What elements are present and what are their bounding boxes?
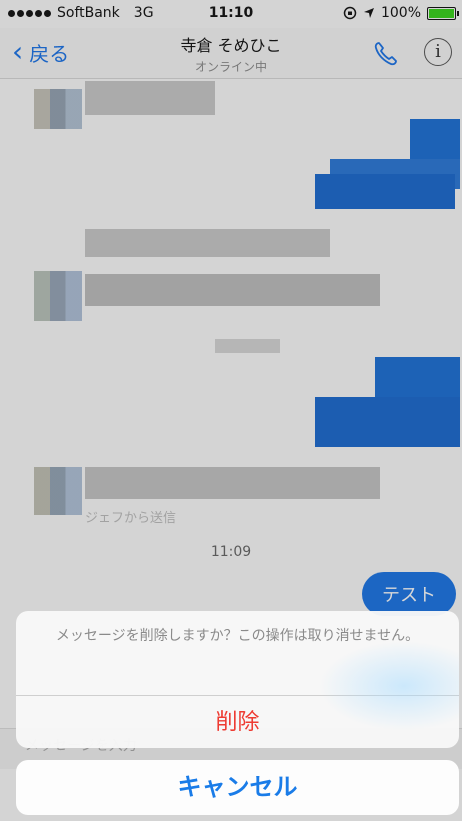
messenger-screen: SoftBank 3G 11:10 100% ‹ 戻る 寺倉 そめひこ オンライ… xyxy=(0,0,462,821)
cancel-button[interactable]: キャンセル xyxy=(16,760,459,815)
action-sheet: メッセージを削除しますか？この操作は取り消せません。 削除 xyxy=(16,611,459,748)
delete-button[interactable]: 削除 xyxy=(16,698,459,748)
